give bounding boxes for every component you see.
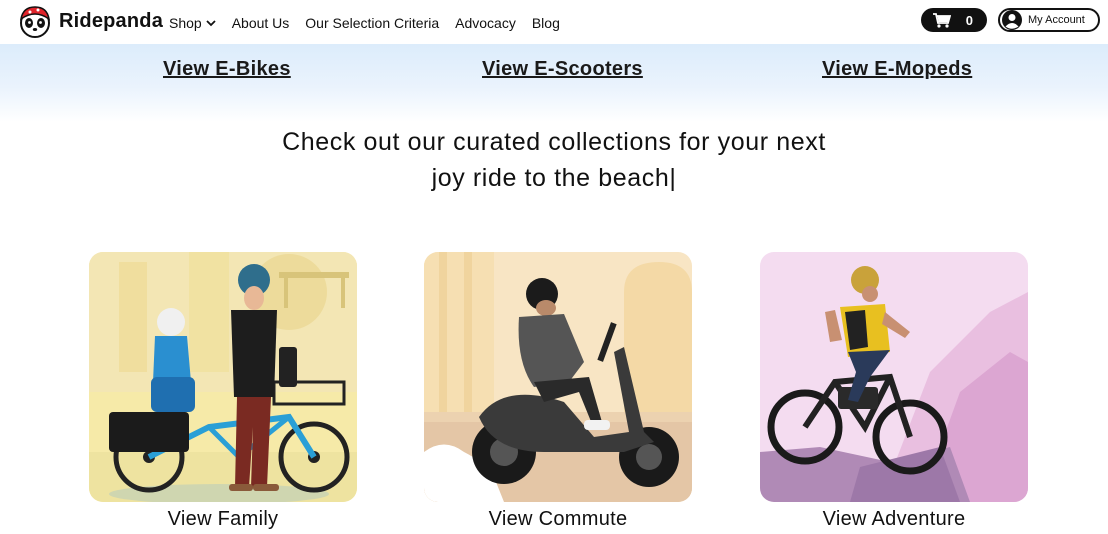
user-circle-icon	[1002, 10, 1022, 30]
cart-button[interactable]: 0	[921, 8, 987, 32]
nav-blog[interactable]: Blog	[532, 15, 560, 31]
view-e-bikes-link[interactable]: View E-Bikes	[163, 58, 291, 81]
family-image	[89, 252, 357, 502]
page-headline: Check out our curated collections for yo…	[0, 124, 1108, 196]
site-header: Ridepanda Shop About Us Our Selection Cr…	[0, 0, 1108, 44]
nav-shop[interactable]: Shop	[169, 15, 216, 31]
nav-advocacy[interactable]: Advocacy	[455, 15, 516, 31]
commute-image	[424, 252, 692, 502]
main-nav: Shop About Us Our Selection Criteria Adv…	[169, 15, 560, 31]
view-family-link[interactable]: View Family	[89, 508, 357, 531]
category-band: View E-Bikes View E-Scooters View E-Mope…	[0, 44, 1108, 122]
view-e-scooters-link[interactable]: View E-Scooters	[482, 58, 643, 81]
headline-line-2: joy ride to the beach|	[431, 164, 677, 192]
nav-about-us[interactable]: About Us	[232, 15, 290, 31]
view-adventure-link[interactable]: View Adventure	[760, 508, 1028, 531]
panda-logo-icon[interactable]	[18, 4, 52, 38]
nav-shop-label: Shop	[169, 15, 202, 31]
chevron-down-icon	[206, 20, 216, 27]
my-account-button[interactable]: My Account	[998, 8, 1100, 32]
brand-name[interactable]: Ridepanda	[59, 10, 163, 33]
family-collection-card[interactable]	[89, 252, 357, 502]
headline-line-1: Check out our curated collections for yo…	[282, 128, 826, 156]
view-commute-link[interactable]: View Commute	[424, 508, 692, 531]
commute-collection-card[interactable]	[424, 252, 692, 502]
adventure-image	[760, 252, 1028, 502]
cart-count: 0	[965, 12, 973, 28]
cart-icon	[933, 12, 951, 28]
view-e-mopeds-link[interactable]: View E-Mopeds	[822, 58, 972, 81]
adventure-collection-card[interactable]	[760, 252, 1028, 502]
nav-selection-criteria[interactable]: Our Selection Criteria	[305, 15, 439, 31]
my-account-label: My Account	[1028, 14, 1085, 26]
